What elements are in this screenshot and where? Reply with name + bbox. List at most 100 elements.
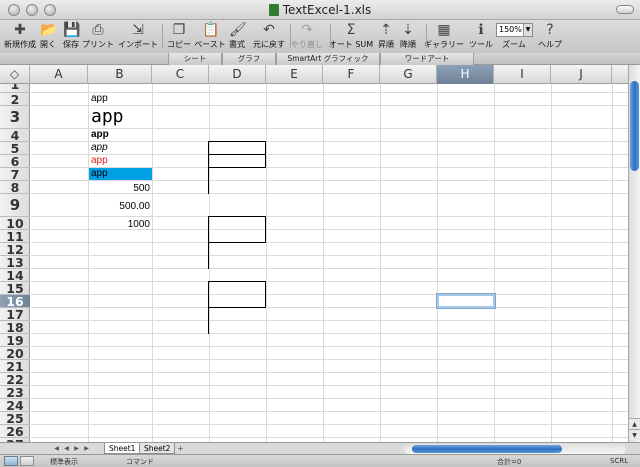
scroll-lock-indicator: SCRL bbox=[610, 457, 629, 465]
ribbon-tab-1[interactable]: グラフ bbox=[222, 53, 276, 65]
cell-border bbox=[208, 141, 209, 194]
excel-document-icon bbox=[268, 4, 279, 16]
column-header-g[interactable]: G bbox=[380, 65, 437, 84]
column-header-d[interactable]: D bbox=[209, 65, 266, 84]
sheet-tab-sheet1[interactable]: Sheet1 bbox=[104, 443, 141, 454]
row-gridline bbox=[31, 320, 628, 321]
first-sheet-arrow-icon[interactable]: ◀ bbox=[52, 444, 61, 453]
cell-b10[interactable]: 1000 bbox=[89, 217, 152, 229]
gallery-icon: ▦ bbox=[437, 22, 451, 38]
column-gridline bbox=[494, 84, 495, 442]
ribbon-tab-strip: シート グラフ SmartArt グラフィック ワードアート bbox=[0, 53, 640, 65]
scroll-up-arrow-icon[interactable]: ▲ bbox=[629, 418, 640, 429]
cell-border bbox=[265, 281, 266, 308]
scroll-down-arrow-icon[interactable]: ▼ bbox=[629, 429, 640, 440]
ribbon-tab-0[interactable]: シート bbox=[168, 53, 222, 65]
cell-border bbox=[208, 167, 266, 168]
sum-indicator: 合計=0 bbox=[497, 458, 522, 466]
cell-b4[interactable]: app bbox=[89, 129, 152, 141]
cell-border bbox=[208, 141, 266, 142]
row-gridline bbox=[31, 372, 628, 373]
ribbon-tab-2[interactable]: SmartArt グラフィック bbox=[276, 53, 380, 65]
cell-b3[interactable]: app bbox=[89, 106, 152, 128]
cell-area[interactable]: app app app app app app 500 500.00 1000 bbox=[31, 84, 628, 442]
column-gridline bbox=[551, 84, 552, 442]
select-all-corner[interactable]: ◇ bbox=[0, 65, 30, 84]
column-gridline bbox=[380, 84, 381, 442]
print-icon: ⎙ bbox=[92, 22, 104, 38]
row-gridline bbox=[31, 398, 628, 399]
cell-b7[interactable]: app bbox=[89, 168, 152, 180]
column-gridline bbox=[437, 84, 438, 442]
row-gridline bbox=[31, 385, 628, 386]
column-header-a[interactable]: A bbox=[30, 65, 88, 84]
column-gridline bbox=[209, 84, 210, 442]
toolbox-icon: ℹ bbox=[478, 22, 484, 38]
toolbar-help-button[interactable]: ? ヘルプ bbox=[526, 20, 574, 53]
horizontal-scroll-thumb[interactable] bbox=[412, 445, 562, 453]
cell-b5[interactable]: app bbox=[89, 142, 152, 154]
row-header-3[interactable]: 3 bbox=[0, 106, 30, 129]
column-gridline bbox=[323, 84, 324, 442]
column-header-e[interactable]: E bbox=[266, 65, 323, 84]
cell-border bbox=[208, 242, 266, 243]
window-title-text: TextExcel-1.xls bbox=[282, 3, 372, 17]
cell-b8[interactable]: 500 bbox=[89, 181, 152, 193]
zoom-select[interactable]: 150% ▼ bbox=[496, 23, 533, 37]
ribbon-tab-3[interactable]: ワードアート bbox=[380, 53, 474, 65]
row-gridline bbox=[31, 229, 628, 230]
row-header-2[interactable]: 2 bbox=[0, 93, 30, 106]
last-sheet-arrow-icon[interactable]: ▶ bbox=[82, 444, 91, 453]
cell-b6[interactable]: app bbox=[89, 155, 152, 167]
autosum-icon: Σ bbox=[346, 22, 356, 38]
cell-b9[interactable]: 500.00 bbox=[89, 194, 152, 216]
toolbar-separator bbox=[162, 24, 163, 48]
sheet-tab-sheet2[interactable]: Sheet2 bbox=[139, 443, 176, 454]
mode-indicator: コマンド bbox=[126, 458, 154, 466]
format-brush-icon: 🖌 bbox=[229, 22, 247, 38]
horizontal-scrollbar[interactable] bbox=[404, 444, 626, 454]
column-header-j[interactable]: J bbox=[551, 65, 612, 84]
toolbar-label: ヘルプ bbox=[538, 40, 562, 49]
worksheet-grid[interactable]: 1 2 3 4 5 6 7 8 9 10 11 12 13 14 15 16 17 18 19 20 21 22 23 24 2… bbox=[0, 84, 628, 442]
row-gridline bbox=[31, 255, 628, 256]
toolbar-separator bbox=[426, 24, 427, 48]
import-icon: ⇲ bbox=[132, 22, 144, 38]
cell-border bbox=[208, 216, 266, 217]
row-header-9[interactable]: 9 bbox=[0, 194, 30, 217]
toolbar-toggle-button[interactable] bbox=[616, 5, 634, 14]
add-sheet-button[interactable]: + bbox=[176, 444, 185, 453]
zoom-value: 150% bbox=[499, 25, 522, 34]
standard-toolbar: ✚ 新規作成 📂 開く 💾 保存 ⎙ プリント ⇲ インポート ❐ コピー 📋 ペースト 🖌 書式 ↶ 元に戻す ↷… bbox=[0, 20, 640, 53]
page-layout-view-button[interactable] bbox=[20, 456, 34, 466]
view-mode-label: 標準表示 bbox=[50, 458, 78, 466]
cell-border bbox=[208, 154, 266, 155]
selected-cell-h16[interactable] bbox=[436, 293, 496, 309]
column-gridline bbox=[612, 84, 613, 442]
column-header-b[interactable]: B bbox=[88, 65, 152, 84]
row-gridline bbox=[31, 424, 628, 425]
sheet-tab-bar: ◀ ◀ ▶ ▶ Sheet1 Sheet2 + bbox=[0, 442, 640, 454]
row-header-8[interactable]: 8 bbox=[0, 181, 30, 194]
column-gridline bbox=[152, 84, 153, 442]
row-gridline bbox=[31, 268, 628, 269]
column-gridline bbox=[266, 84, 267, 442]
next-sheet-arrow-icon[interactable]: ▶ bbox=[72, 444, 81, 453]
cell-b2[interactable]: app bbox=[89, 93, 152, 105]
row-gridline bbox=[31, 437, 628, 438]
chevron-down-icon: ▼ bbox=[523, 24, 532, 36]
vertical-scroll-thumb[interactable] bbox=[630, 81, 639, 171]
cell-border bbox=[208, 216, 209, 269]
cell-border bbox=[265, 141, 266, 168]
column-header-c[interactable]: C bbox=[152, 65, 209, 84]
vertical-scrollbar[interactable]: ▲ ▼ bbox=[628, 65, 640, 442]
prev-sheet-arrow-icon[interactable]: ◀ bbox=[62, 444, 71, 453]
status-bar: 標準表示 コマンド 合計=0 SCRL bbox=[0, 454, 640, 467]
column-header-i[interactable]: I bbox=[494, 65, 551, 84]
excel-window: TextExcel-1.xls ✚ 新規作成 📂 開く 💾 保存 ⎙ プリント ⇲ インポート ❐ コ… bbox=[0, 0, 640, 467]
toolbar-separator bbox=[330, 24, 331, 48]
column-header-f[interactable]: F bbox=[323, 65, 380, 84]
cell-border bbox=[208, 281, 209, 334]
column-header-h[interactable]: H bbox=[437, 65, 494, 84]
normal-view-button[interactable] bbox=[4, 456, 18, 466]
